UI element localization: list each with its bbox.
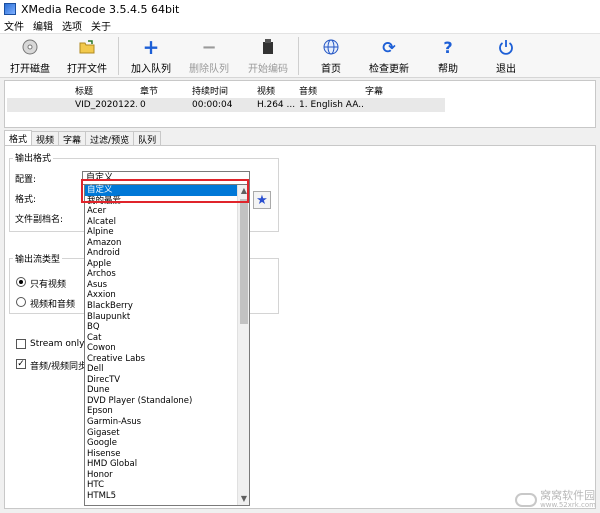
file-list[interactable]: 标题 章节 持续时间 视频 音频 字幕 VID_2020122... 0 00:… <box>4 80 596 128</box>
globe-icon <box>322 38 340 56</box>
dropdown-scrollbar[interactable]: ▲ ▼ <box>237 185 249 505</box>
disc-icon <box>21 38 39 56</box>
col-chapter[interactable]: 章节 <box>140 84 158 97</box>
tab-queue[interactable]: 队列 <box>133 131 162 146</box>
dropdown-items: 自定义 我的最爱 Acer Alcatel Alpine Amazon Android App… <box>85 185 238 501</box>
scrollbar-thumb[interactable] <box>240 199 248 324</box>
list-item[interactable]: Hisense <box>85 449 238 460</box>
radio-video-only[interactable] <box>16 277 26 287</box>
col-video[interactable]: 视频 <box>257 84 275 97</box>
profile-dropdown-list[interactable]: 自定义 我的最爱 Acer Alcatel Alpine Amazon Android App… <box>84 184 250 506</box>
menu-edit[interactable]: 编辑 <box>33 18 53 33</box>
star-icon: ★ <box>256 192 268 208</box>
list-item[interactable]: Gigaset <box>85 428 238 439</box>
open-file-icon <box>78 38 96 56</box>
question-icon: ? <box>443 37 453 57</box>
open-disc-button[interactable]: 打开磁盘 <box>0 38 60 75</box>
list-item[interactable]: Axxion <box>85 290 238 301</box>
check-update-button[interactable]: ⟳ 检查更新 <box>359 37 419 76</box>
list-item[interactable]: BQ <box>85 322 238 333</box>
output-format-label: 输出格式 <box>13 151 54 164</box>
list-item[interactable]: Cat <box>85 333 238 344</box>
list-item[interactable]: Alcatel <box>85 217 238 228</box>
radio-video-audio[interactable] <box>16 297 26 307</box>
stream-type-label: 输出流类型 <box>13 252 63 265</box>
menu-bar: 文件 编辑 选项 关于 <box>0 18 600 34</box>
cloud-icon <box>515 492 538 507</box>
favorite-button[interactable]: ★ <box>253 191 271 209</box>
list-item[interactable]: Dune <box>85 385 238 396</box>
list-item[interactable]: 我的最爱 <box>85 196 238 207</box>
add-queue-button[interactable]: + 加入队列 <box>121 35 181 75</box>
list-item[interactable]: Garmin-Asus <box>85 417 238 428</box>
tab-bar: 格式 视频 字幕 过滤/预览 队列 <box>4 130 162 146</box>
toolbar: 打开磁盘 打开文件 + 加入队列 − 删除队列 开始编码 首页 ⟳ 检查更新 ?… <box>0 34 600 78</box>
list-item[interactable]: Amazon <box>85 238 238 249</box>
start-encode-button[interactable]: 开始编码 <box>238 38 298 75</box>
list-item[interactable]: Acer <box>85 206 238 217</box>
col-audio[interactable]: 音频 <box>299 84 317 97</box>
list-item[interactable]: Epson <box>85 406 238 417</box>
list-item[interactable]: HMD Global <box>85 459 238 470</box>
watermark: 窝窝软件园 www.52xrk.com <box>515 490 596 509</box>
refresh-icon: ⟳ <box>382 37 396 57</box>
window-title: XMedia Recode 3.5.4.5 64bit <box>21 2 180 16</box>
radio-video-audio-label: 视频和音频 <box>30 300 76 310</box>
list-item[interactable]: Honor <box>85 470 238 481</box>
minus-icon: − <box>201 36 217 58</box>
list-item[interactable]: Apple <box>85 259 238 270</box>
suffix-label: 文件副档名: <box>15 215 64 225</box>
homepage-button[interactable]: 首页 <box>301 38 361 75</box>
list-item[interactable]: Google <box>85 438 238 449</box>
chevron-down-icon[interactable]: ▼ <box>238 493 250 505</box>
power-icon <box>497 38 515 56</box>
menu-about[interactable]: 关于 <box>91 18 111 33</box>
list-item[interactable]: DirecTV <box>85 375 238 386</box>
help-button[interactable]: ? 帮助 <box>418 37 478 76</box>
tab-format[interactable]: 格式 <box>4 130 33 146</box>
chevron-up-icon[interactable]: ▲ <box>238 185 250 197</box>
file-list-header: 标题 章节 持续时间 视频 音频 字幕 <box>5 83 595 97</box>
list-item[interactable]: Cowon <box>85 343 238 354</box>
col-subtitle[interactable]: 字幕 <box>365 84 383 97</box>
remove-queue-button[interactable]: − 删除队列 <box>179 36 239 76</box>
exit-button[interactable]: 退出 <box>476 38 536 75</box>
plus-icon: + <box>142 35 160 59</box>
encode-icon <box>259 38 277 56</box>
list-item[interactable]: BlackBerry <box>85 301 238 312</box>
radio-video-only-label: 只有视频 <box>30 280 67 290</box>
list-item[interactable]: DVD Player (Standalone) <box>85 396 238 407</box>
list-item[interactable]: Android <box>85 248 238 259</box>
menu-file[interactable]: 文件 <box>4 18 24 33</box>
list-item[interactable]: Archos <box>85 269 238 280</box>
title-bar: XMedia Recode 3.5.4.5 64bit <box>0 0 600 18</box>
app-icon <box>4 3 16 15</box>
menu-options[interactable]: 选项 <box>62 18 82 33</box>
col-duration[interactable]: 持续时间 <box>192 84 228 97</box>
table-row[interactable]: VID_2020122... 0 00:00:04 H.264 ... 1. E… <box>7 98 445 112</box>
list-item[interactable]: HTML5 <box>85 491 238 502</box>
tab-video[interactable]: 视频 <box>31 131 60 146</box>
tab-subtitle[interactable]: 字幕 <box>58 131 87 146</box>
list-item[interactable]: Alpine <box>85 227 238 238</box>
list-item[interactable]: Asus <box>85 280 238 291</box>
col-title[interactable]: 标题 <box>75 84 93 97</box>
list-item[interactable]: 自定义 <box>85 185 238 196</box>
tab-filter-preview[interactable]: 过滤/预览 <box>85 131 135 146</box>
profile-combo[interactable]: 自定义 <box>82 171 250 185</box>
av-sync-label: 音频/视频同步 <box>30 362 88 372</box>
stream-only-checkbox[interactable] <box>16 339 26 349</box>
list-item[interactable]: Creative Labs <box>85 354 238 365</box>
list-item[interactable]: Blaupunkt <box>85 312 238 323</box>
format-label: 格式: <box>15 195 37 205</box>
list-item[interactable]: Dell <box>85 364 238 375</box>
profile-label: 配置: <box>15 175 37 185</box>
av-sync-checkbox[interactable]: ✓ <box>16 359 26 369</box>
open-file-button[interactable]: 打开文件 <box>57 38 117 75</box>
list-item[interactable]: HTC <box>85 480 238 491</box>
